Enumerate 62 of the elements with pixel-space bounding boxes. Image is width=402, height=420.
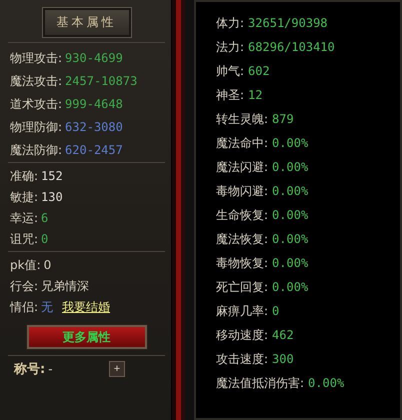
stat-label: 魔法命中: [216,135,268,152]
stat-label: 生命恢复: [216,207,268,224]
stat-label: 移动速度: [216,327,268,344]
stat-label: 物理攻击: [10,50,62,66]
stat-label: 帅气: [216,63,244,80]
stat-label: 情侣: [10,299,38,315]
stat-value: 152 [41,168,63,184]
stat-value: 0.00% [272,135,308,152]
stat-label: 魔法闪避: [216,159,268,176]
title-value: - [48,362,53,376]
stat-value: 0.00% [272,231,308,248]
stat-label: 魔法攻击: [10,73,62,89]
stat-label: 物理防御: [10,119,62,135]
stat-label: 麻痹几率: [216,303,268,320]
stat-label: 准确: [10,168,38,184]
stat-label: 毒物恢复: [216,255,268,272]
stat-value: 130 [41,189,63,205]
stat-value: 无 [41,299,54,315]
stat-label: 体力: [216,15,244,32]
stat-value: 0.00% [272,207,308,224]
stat-label: 行会: [10,278,38,294]
stat-value: 300 [272,351,294,368]
stat-value: 0.00% [308,375,344,392]
stat-label: 道术攻击: [10,96,62,112]
stat-value: 0.00% [272,183,308,200]
stat-value: 32651/90398 [248,15,328,32]
add-button[interactable]: + [109,361,125,377]
stat-label: 攻击速度: [216,351,268,368]
stat-value: 6 [41,210,48,226]
stat-value: 0 [44,257,52,273]
stat-label: 魔法恢复: [216,231,268,248]
stat-label: 诅咒: [10,231,38,247]
stat-value: 999-4648 [65,96,123,112]
stat-value: 0.00% [272,255,308,272]
stat-value: 2457-10873 [65,73,138,89]
stat-label: 敏捷: [10,189,38,205]
stat-label: 魔法值抵消伤害: [216,375,304,392]
stat-label: 转生灵魄: [216,111,268,128]
stat-value: 879 [272,111,294,128]
stat-value: 68296/103410 [248,39,335,56]
stat-value: 0 [272,303,280,320]
stat-value: 632-3080 [65,119,123,135]
marry-link[interactable]: 我要结婚 [62,299,110,315]
more-attributes-button[interactable]: 更多属性 [26,325,146,349]
stat-label: 死亡回复: [216,279,268,296]
stat-value: 462 [272,327,294,344]
stat-value: 620-2457 [65,142,123,158]
title-label: 称号: [14,361,46,378]
stat-value: 12 [248,87,262,104]
stat-value: 0.00% [272,159,308,176]
stat-label: 神圣: [216,87,244,104]
stat-value: 930-4699 [65,50,123,66]
stat-value: 602 [248,63,270,80]
panel-header: 基本属性 [42,8,130,37]
stat-value: 0.00% [272,279,308,296]
stat-label: 魔法防御: [10,142,62,158]
stat-value: 0 [41,231,48,247]
stat-label: 幸运: [10,210,38,226]
stat-label: 法力: [216,39,244,56]
stat-label: pk值: [10,257,41,273]
stat-value: 兄弟情深 [41,278,90,294]
stat-label: 毒物闪避: [216,183,268,200]
